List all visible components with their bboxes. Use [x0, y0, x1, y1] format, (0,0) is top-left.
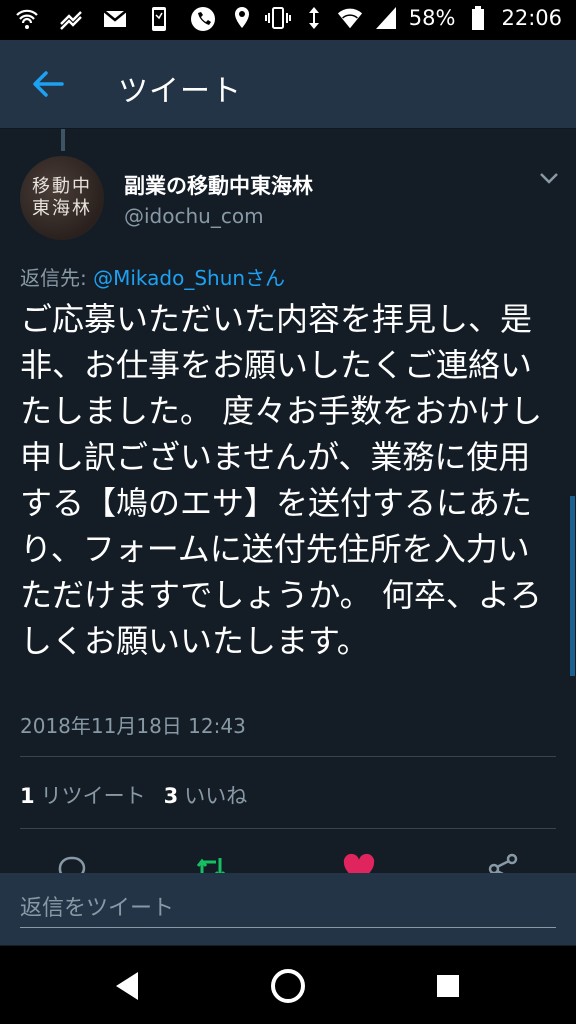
- arrow-left-icon: [33, 71, 64, 97]
- clock: 22:06: [501, 6, 562, 30]
- display-name[interactable]: 副業の移動中東海林: [124, 170, 313, 200]
- tweet-actions: [0, 846, 576, 876]
- signal-alt-icon: [58, 6, 84, 32]
- back-button[interactable]: [28, 64, 68, 104]
- reply-mention-link[interactable]: @Mikado_Shunさん: [93, 266, 285, 290]
- scrollbar[interactable]: [570, 496, 575, 676]
- reply-to-label: 返信先:: [20, 266, 94, 290]
- battery-icon: [465, 5, 491, 31]
- cell-signal-icon: [373, 5, 399, 31]
- nav-home-button[interactable]: [268, 966, 308, 1006]
- data-arrows-icon: [301, 5, 327, 31]
- avatar-text-line1: 移動中: [32, 176, 92, 197]
- likes-stat[interactable]: 3 いいね: [164, 780, 248, 810]
- retweet-label: リツイート: [40, 784, 146, 808]
- reply-input[interactable]: [20, 889, 556, 928]
- user-handle[interactable]: @idochu_com: [124, 204, 264, 228]
- tweet-timestamp: 2018年11月18日 12:43: [20, 714, 246, 738]
- triangle-back-icon: [116, 972, 138, 1000]
- phone-device-icon: [146, 6, 172, 32]
- retweets-stat[interactable]: 1 リツイート: [20, 780, 146, 810]
- tweet-stats: 1 リツイート 3 いいね: [20, 780, 247, 810]
- divider: [20, 828, 556, 829]
- nav-recents-button[interactable]: [428, 966, 468, 1006]
- page-title: ツイート: [118, 74, 242, 109]
- thread-connector: [61, 129, 65, 151]
- status-bar: 58% 22:06: [0, 0, 576, 40]
- vibrate-icon: [264, 5, 291, 31]
- avatar[interactable]: 移動中 東海林: [20, 156, 104, 240]
- tweet-menu-button[interactable]: [538, 170, 560, 186]
- divider: [20, 756, 556, 757]
- wifi-call-icon: [14, 6, 40, 32]
- like-count: 3: [163, 784, 179, 808]
- reply-compose-bar: [0, 873, 576, 945]
- tweet-text: ご応募いただいた内容を拝見し、是非、お仕事をお願いしたくご連絡いたしました。 度…: [20, 300, 543, 660]
- app-bar: ツイート: [0, 40, 576, 129]
- battery-percent: 58%: [408, 6, 456, 30]
- reply-to-line: 返信先: @Mikado_Shunさん: [20, 262, 285, 291]
- system-nav-bar: [0, 946, 576, 1024]
- like-label: いいね: [184, 784, 248, 808]
- wifi-icon: [337, 5, 363, 31]
- avatar-text-line2: 東海林: [32, 198, 92, 219]
- gmail-icon: [102, 6, 128, 32]
- phone-icon: [190, 6, 216, 32]
- status-bar-left-icons: [14, 6, 216, 32]
- circle-home-icon: [271, 969, 305, 1003]
- nav-back-button[interactable]: [108, 966, 148, 1006]
- status-bar-right: 58% 22:06: [229, 5, 562, 31]
- chevron-down-icon: [540, 173, 558, 184]
- square-recents-icon: [437, 975, 459, 997]
- retweet-count: 1: [20, 784, 35, 808]
- location-icon: [229, 5, 255, 31]
